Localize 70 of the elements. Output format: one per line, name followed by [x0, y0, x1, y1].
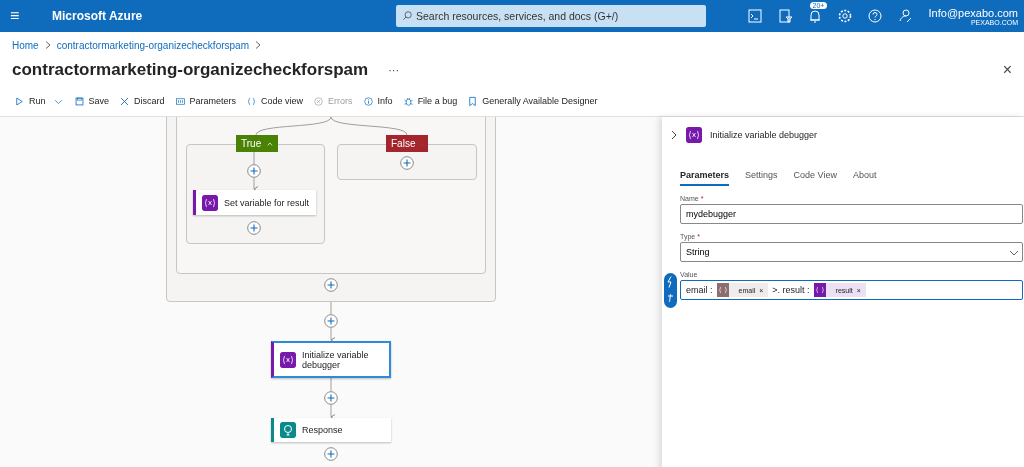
add-step-button[interactable] — [400, 156, 414, 170]
connector-line — [253, 177, 259, 192]
panel-title: Initialize variable debugger — [710, 130, 818, 140]
parameters-icon — [174, 95, 186, 107]
toolbar-button[interactable]: Save — [73, 93, 110, 109]
breadcrumb-link[interactable]: Home — [12, 39, 39, 51]
close-icon — [119, 95, 131, 107]
toolbar-button[interactable]: Parameters — [174, 93, 237, 109]
terminal-icon[interactable] — [746, 8, 763, 24]
toolbar-button[interactable]: Discard — [119, 93, 165, 109]
panel-tab[interactable]: Code View — [793, 166, 837, 186]
brand-name[interactable]: Microsoft Azure — [52, 9, 352, 23]
braces-icon — [246, 95, 258, 107]
feedback-icon[interactable] — [896, 8, 913, 24]
connector-line — [253, 151, 255, 165]
connector-line — [330, 301, 332, 315]
toolbar-button[interactable]: Info — [362, 93, 393, 109]
type-dropdown[interactable]: String — [680, 242, 1023, 262]
directory-filter-icon[interactable] — [776, 8, 793, 24]
settings-icon[interactable] — [836, 8, 853, 24]
toolbar-button[interactable]: Run — [14, 93, 64, 109]
account-email[interactable]: Info@pexabo.com — [928, 6, 1018, 19]
connector-line — [330, 327, 336, 343]
more-button[interactable]: ··· — [388, 64, 400, 76]
variable-icon — [686, 127, 702, 143]
add-step-button[interactable] — [324, 314, 338, 328]
save-icon — [73, 95, 85, 107]
page-title: contractormarketing-organizecheckforspam — [12, 60, 369, 80]
expression-text: >. result : — [772, 285, 810, 295]
help-icon[interactable] — [866, 8, 883, 24]
add-step-button[interactable] — [247, 164, 261, 178]
variable-icon — [202, 194, 218, 211]
lightning-icon — [666, 276, 675, 288]
info-icon — [362, 95, 374, 107]
chevron-right-icon — [44, 41, 51, 49]
bug-icon — [402, 95, 414, 107]
add-step-button[interactable] — [324, 391, 338, 405]
branch-label[interactable]: False — [386, 135, 428, 152]
toolbar-button[interactable]: File a bug — [402, 93, 458, 109]
globe-icon — [280, 422, 296, 438]
add-step-button[interactable] — [324, 447, 338, 461]
chevron-right-icon[interactable] — [670, 130, 678, 140]
bookmark-icon — [467, 95, 479, 107]
search-field[interactable]: Search resources, services, and docs (G+/) — [396, 5, 706, 27]
branch-label[interactable]: True — [236, 135, 278, 152]
menu-button[interactable]: ≡ — [10, 7, 30, 25]
variable-icon — [280, 351, 296, 368]
insert-dynamic-content-button[interactable] — [664, 273, 677, 308]
name-field[interactable]: mydebugger — [680, 204, 1023, 224]
play-icon — [14, 95, 25, 107]
error-icon — [313, 95, 325, 107]
connector-line — [330, 377, 332, 392]
close-button[interactable]: × — [1002, 61, 1012, 79]
action-card[interactable]: Response — [271, 418, 391, 442]
connector-line — [330, 404, 336, 420]
toolbar-button[interactable]: Code view — [246, 93, 304, 109]
panel-tab[interactable]: Settings — [745, 166, 778, 186]
add-step-button[interactable] — [324, 278, 338, 292]
chevron-up-icon — [267, 139, 273, 148]
expression-text: email : — [686, 285, 713, 295]
action-card[interactable]: Initialize variable debugger — [271, 341, 391, 378]
add-step-button[interactable] — [247, 221, 261, 235]
action-card[interactable]: Set variable for result — [193, 190, 316, 215]
toolbar-button[interactable]: Generally Available Designer — [467, 93, 598, 109]
chevron-down-icon — [1009, 250, 1019, 256]
panel-tab[interactable]: Parameters — [680, 166, 730, 186]
panel-tab[interactable]: About — [852, 166, 877, 186]
chevron-right-icon — [255, 41, 261, 49]
breadcrumb-link[interactable]: contractormarketing-organizecheckforspam — [56, 39, 249, 51]
function-icon — [666, 293, 675, 303]
